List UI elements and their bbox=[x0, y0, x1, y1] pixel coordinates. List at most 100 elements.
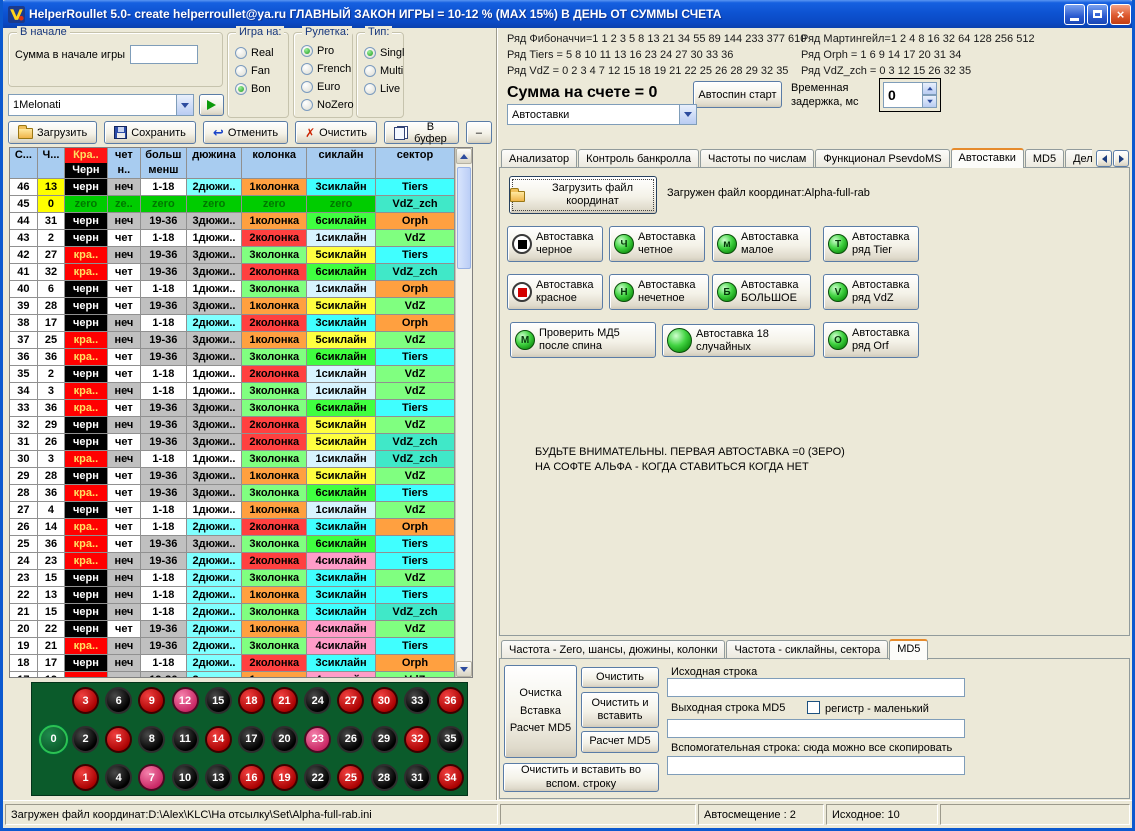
board-number-28[interactable]: 28 bbox=[371, 764, 398, 791]
board-number-35[interactable]: 35 bbox=[437, 726, 464, 753]
board-number-32[interactable]: 32 bbox=[404, 726, 431, 753]
md5-output-input[interactable] bbox=[667, 719, 965, 738]
autobets-combobox[interactable]: Автоставки bbox=[507, 104, 697, 125]
board-number-26[interactable]: 26 bbox=[337, 726, 364, 753]
md5-stack-button[interactable]: Очистка Вставка Расчет MD5 bbox=[504, 665, 577, 758]
radio-type-multi[interactable]: Multi bbox=[364, 63, 403, 79]
-button[interactable]: – bbox=[466, 121, 492, 144]
md5-calc-button[interactable]: Расчет MD5 bbox=[581, 731, 659, 753]
table-row[interactable]: 406чернчет1-181дюжи..3колонка1сиклайнOrp… bbox=[10, 281, 455, 298]
radio-game-bon[interactable]: Bon bbox=[235, 81, 288, 97]
table-row[interactable]: 3126чернчет19-363дюжи..2колонка5сиклайнV… bbox=[10, 434, 455, 451]
board-number-36[interactable]: 36 bbox=[437, 687, 464, 714]
автоставка-большое-button[interactable]: БАвтоставка БОЛЬШОЕ bbox=[712, 274, 811, 310]
table-row[interactable]: 3229черннеч19-363дюжи..2колонка5сиклайнV… bbox=[10, 417, 455, 434]
board-number-3[interactable]: 3 bbox=[72, 687, 99, 714]
board-number-27[interactable]: 27 bbox=[337, 687, 364, 714]
radio-roulette-french[interactable]: French bbox=[301, 61, 352, 77]
table-row[interactable]: 3928чернчет19-363дюжи..1колонка5сиклайнV… bbox=[10, 298, 455, 315]
tab-md5[interactable]: MD5 bbox=[1025, 149, 1064, 168]
column-header-сиклайн[interactable]: сиклайн bbox=[307, 148, 376, 179]
table-row[interactable]: 4613черннеч1-182дюжи..1колонка3сиклайнTi… bbox=[10, 179, 455, 196]
column-header-ч[interactable]: Ч... bbox=[37, 148, 64, 179]
delay-value[interactable]: 0 bbox=[883, 82, 922, 108]
radio-roulette-nozero[interactable]: NoZero bbox=[301, 97, 352, 113]
scroll-down-icon[interactable] bbox=[456, 661, 472, 677]
tab-scroll-right-icon[interactable] bbox=[1113, 150, 1129, 167]
автоставка-ряд-tier-button[interactable]: ТАвтоставка ряд Tier bbox=[823, 226, 919, 262]
md5-clear-button[interactable]: Очистить bbox=[581, 667, 659, 688]
board-number-31[interactable]: 31 bbox=[404, 764, 431, 791]
table-row[interactable]: 2115черннеч1-182дюжи..3колонка3сиклайнVd… bbox=[10, 604, 455, 621]
tab-scroll-left-icon[interactable] bbox=[1096, 150, 1112, 167]
column-header-колонка[interactable]: колонка bbox=[242, 148, 307, 179]
load-coordinates-button[interactable]: Загрузить файл координат bbox=[509, 176, 657, 214]
table-row[interactable]: 2423кра..неч19-362дюжи..2колонка4сиклайн… bbox=[10, 553, 455, 570]
tab-md5[interactable]: MD5 bbox=[889, 639, 928, 660]
board-number-6[interactable]: 6 bbox=[105, 687, 132, 714]
tab-частоты-по-числам[interactable]: Частоты по числам bbox=[700, 149, 814, 168]
md5-clear-paste-button[interactable]: Очистить и вставить bbox=[581, 692, 659, 728]
table-row[interactable]: 274чернчет1-181дюжи..1колонка1сиклайнVdZ bbox=[10, 502, 455, 519]
md5-clear-paste-aux-button[interactable]: Очистить и вставить во вспом. строку bbox=[503, 763, 659, 792]
board-number-11[interactable]: 11 bbox=[172, 726, 199, 753]
table-row[interactable]: 2315черннеч1-182дюжи..3колонка3сиклайнVd… bbox=[10, 570, 455, 587]
column-header-больш[interactable]: большменш bbox=[141, 148, 187, 179]
radio-type-singl[interactable]: Singl bbox=[364, 45, 403, 61]
table-row[interactable]: 352чернчет1-181дюжи..2колонка1сиклайнVdZ bbox=[10, 366, 455, 383]
table-row[interactable]: 3336кра..чет19-363дюжи..3колонка6сиклайн… bbox=[10, 400, 455, 417]
table-row[interactable]: 1719кра..неч19-362дюжи..1колонка4сиклайн… bbox=[10, 672, 455, 679]
board-number-29[interactable]: 29 bbox=[371, 726, 398, 753]
tab-частота-zero-шансы-дюжины-колонки[interactable]: Частота - Zero, шансы, дюжины, колонки bbox=[501, 640, 725, 659]
spin-up-icon[interactable] bbox=[922, 82, 937, 95]
column-header-дюжина[interactable]: дюжина bbox=[186, 148, 242, 179]
titlebar[interactable]: HelperRoullet 5.0- create helperroullet@… bbox=[0, 0, 1135, 28]
проверить-мд5-после-спина-button[interactable]: МПроверить МД5 после спина bbox=[510, 322, 656, 358]
board-number-24[interactable]: 24 bbox=[304, 687, 331, 714]
start-play-button[interactable] bbox=[199, 94, 224, 116]
board-number-22[interactable]: 22 bbox=[304, 764, 331, 791]
сохранить-button[interactable]: Сохранить bbox=[104, 121, 196, 144]
maximize-button[interactable] bbox=[1087, 4, 1108, 25]
board-number-14[interactable]: 14 bbox=[205, 726, 232, 753]
table-row[interactable]: 343кра..неч1-181дюжи..3колонка1сиклайнVd… bbox=[10, 383, 455, 400]
scroll-up-icon[interactable] bbox=[456, 148, 472, 164]
radio-game-fan[interactable]: Fan bbox=[235, 63, 288, 79]
board-number-8[interactable]: 8 bbox=[138, 726, 165, 753]
table-row[interactable]: 2614кра..чет1-182дюжи..2колонка3сиклайнO… bbox=[10, 519, 455, 536]
автоставка-малое-button[interactable]: мАвтоставка малое bbox=[712, 226, 811, 262]
table-row[interactable]: 303кра..неч1-181дюжи..3колонка1сиклайнVd… bbox=[10, 451, 455, 468]
table-row[interactable]: 2213черннеч1-182дюжи..1колонка3сиклайнTi… bbox=[10, 587, 455, 604]
start-sum-input[interactable] bbox=[130, 45, 198, 64]
board-number-13[interactable]: 13 bbox=[205, 764, 232, 791]
board-number-12[interactable]: 12 bbox=[172, 687, 199, 714]
table-row[interactable]: 450zeroze..zerozerozerozeroVdZ_zch bbox=[10, 196, 455, 213]
board-number-20[interactable]: 20 bbox=[271, 726, 298, 753]
table-row[interactable]: 3725кра..неч19-363дюжи..1колонка5сиклайн… bbox=[10, 332, 455, 349]
автоставка-18-случайных-button[interactable]: Автоставка 18 случайных bbox=[662, 324, 815, 357]
table-row[interactable]: 4132кра..чет19-363дюжи..2колонка6сиклайн… bbox=[10, 264, 455, 281]
автоставка-ряд-orf-button[interactable]: ОАвтоставка ряд Orf bbox=[823, 322, 919, 358]
table-row[interactable]: 3817черннеч1-182дюжи..2колонка3сиклайнOr… bbox=[10, 315, 455, 332]
tab-анализатор[interactable]: Анализатор bbox=[501, 149, 577, 168]
table-row[interactable]: 2928чернчет19-363дюжи..1колонка5сиклайнV… bbox=[10, 468, 455, 485]
автоставка-нечетное-button[interactable]: НАвтоставка нечетное bbox=[609, 274, 709, 310]
table-row[interactable]: 432чернчет1-181дюжи..2колонка1сиклайнVdZ bbox=[10, 230, 455, 247]
close-button[interactable]: × bbox=[1110, 4, 1131, 25]
table-row[interactable]: 1817черннеч1-182дюжи..2колонка3сиклайнOr… bbox=[10, 655, 455, 672]
table-row[interactable]: 3636кра..чет19-363дюжи..3колонка6сиклайн… bbox=[10, 349, 455, 366]
radio-type-live[interactable]: Live bbox=[364, 81, 403, 97]
board-number-30[interactable]: 30 bbox=[371, 687, 398, 714]
board-number-19[interactable]: 19 bbox=[271, 764, 298, 791]
md5-aux-input[interactable] bbox=[667, 756, 965, 775]
table-row[interactable]: 2022чернчет19-362дюжи..1колонка4сиклайнV… bbox=[10, 621, 455, 638]
board-number-7[interactable]: 7 bbox=[138, 764, 165, 791]
автоставка-черное-button[interactable]: Автоставка черное bbox=[507, 226, 603, 262]
board-number-1[interactable]: 1 bbox=[72, 764, 99, 791]
загрузить-button[interactable]: Загрузить bbox=[8, 121, 97, 144]
autospin-start-button[interactable]: Автоспин старт bbox=[693, 81, 782, 108]
table-scrollbar[interactable] bbox=[455, 148, 472, 677]
отменить-button[interactable]: ↩Отменить bbox=[203, 121, 288, 144]
column-header-с[interactable]: С... bbox=[10, 148, 37, 179]
tab-делени[interactable]: Делени bbox=[1065, 149, 1092, 168]
